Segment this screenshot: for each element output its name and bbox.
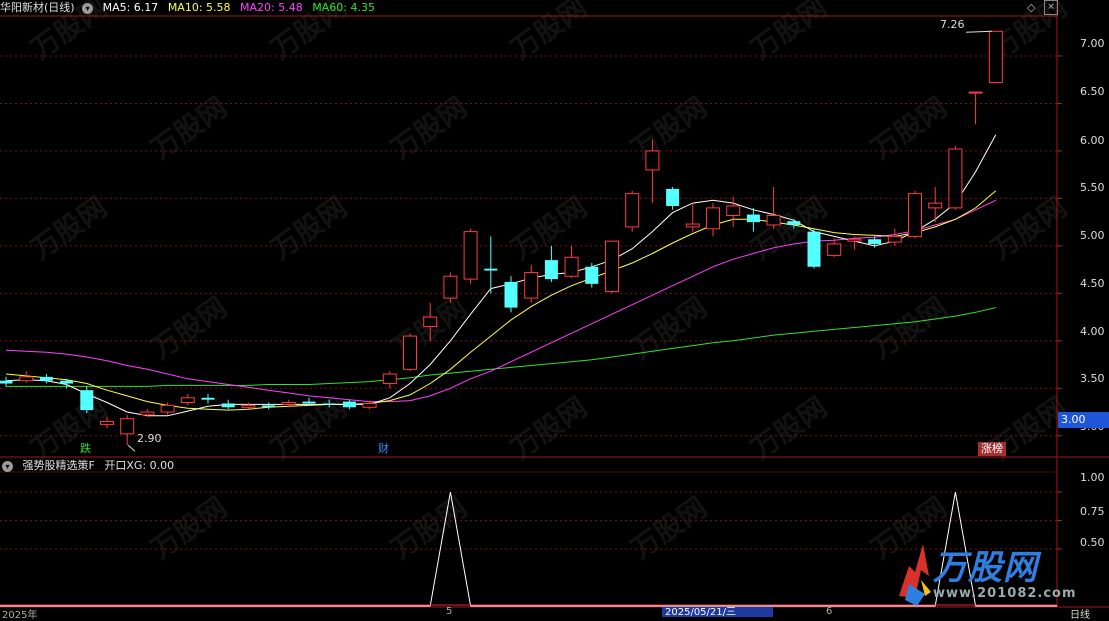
logo-url: www.201082.com bbox=[933, 586, 1077, 601]
candle-body bbox=[847, 238, 862, 242]
arrow-logo-icon bbox=[899, 544, 931, 606]
candle-body bbox=[988, 30, 1003, 84]
badge-die[interactable]: 跌 bbox=[77, 442, 94, 456]
candle bbox=[605, 240, 619, 294]
candle-body bbox=[746, 214, 760, 223]
candle-body bbox=[625, 193, 640, 228]
candle bbox=[988, 30, 1003, 84]
candle-body bbox=[564, 256, 579, 277]
candle bbox=[948, 146, 963, 210]
candle-body bbox=[262, 405, 276, 408]
candle-body bbox=[140, 411, 155, 416]
chevron-down-icon[interactable]: ▾ bbox=[82, 2, 94, 14]
badge-cai[interactable]: 财 bbox=[375, 442, 392, 456]
candle-body bbox=[120, 418, 135, 435]
candle-body bbox=[19, 376, 34, 382]
badge-zhangbang[interactable]: 涨榜 bbox=[978, 442, 1006, 456]
stock-title: 华阳新材(日线) bbox=[0, 1, 75, 14]
main-header: 华阳新材(日线) ▾ MA5: 6.17 MA10: 5.58 MA20: 5.… bbox=[0, 0, 381, 16]
candle bbox=[625, 190, 640, 232]
candle-body bbox=[807, 231, 821, 267]
candle-body bbox=[868, 239, 882, 244]
kline-svg[interactable]: 万股网 万股网 万股网 万股网 万股网万股网 万股网 万股网 万股网万股网 万股网 万股网 万股网万… bbox=[0, 0, 1109, 617]
candle-body bbox=[180, 397, 195, 404]
candle-body bbox=[524, 271, 539, 299]
candle-body bbox=[887, 235, 902, 243]
price-tick: 3.50 bbox=[1080, 372, 1105, 385]
high-annotation: 7.26 bbox=[940, 18, 965, 31]
candle-body bbox=[241, 404, 256, 408]
current-price-marker: 3.00 bbox=[1058, 412, 1109, 428]
cursor-date: 2025/05/21/三 bbox=[662, 607, 773, 617]
price-tick: 4.00 bbox=[1080, 325, 1105, 338]
candle-body bbox=[302, 401, 316, 404]
ma60-label: MA60: 4.35 bbox=[312, 1, 375, 14]
candle-body bbox=[666, 188, 680, 206]
price-tick: 5.00 bbox=[1080, 229, 1105, 242]
candle bbox=[80, 386, 94, 413]
candle-body bbox=[908, 193, 922, 237]
sub-title: 强势股精选策F bbox=[22, 459, 95, 472]
candle-body bbox=[342, 401, 356, 408]
candle-body bbox=[544, 260, 558, 280]
time-axis-start: 2025年 bbox=[2, 610, 38, 621]
candle-body bbox=[706, 207, 720, 230]
chart-stage[interactable]: 万股网 万股网 万股网 万股网 万股网 万股网 万股网 万股网 万股网 万股网 万股网 万股网 万股网万… bbox=[0, 0, 1109, 621]
candle-body bbox=[362, 402, 377, 408]
time-axis-month-5: 5 bbox=[446, 606, 453, 617]
low-annotation: 2.90 bbox=[137, 432, 162, 445]
candle-body bbox=[484, 268, 498, 271]
sub-tick: 1.00 bbox=[1080, 471, 1105, 484]
ma10-label: MA10: 5.58 bbox=[167, 1, 231, 14]
sub-header: ▾ 强势股精选策F 开口XG: 0.00 bbox=[0, 458, 180, 474]
time-axis-month-6: 6 bbox=[826, 606, 833, 617]
sub-tick: 0.75 bbox=[1080, 505, 1105, 518]
candle-body bbox=[423, 316, 438, 328]
price-tick: 5.50 bbox=[1080, 181, 1105, 194]
candle-body bbox=[403, 335, 417, 370]
candle-body bbox=[160, 404, 175, 413]
candle bbox=[403, 333, 417, 372]
price-tick: 7.00 bbox=[1080, 37, 1105, 50]
candle-body bbox=[201, 397, 215, 400]
chevron-down-icon[interactable]: ▾ bbox=[2, 460, 13, 472]
candle-body bbox=[281, 402, 296, 405]
candle-body bbox=[39, 376, 53, 381]
candle-body bbox=[827, 243, 842, 256]
candle-body bbox=[382, 373, 397, 385]
candle-body bbox=[0, 380, 13, 384]
candle-body bbox=[968, 91, 983, 94]
candle-body bbox=[787, 221, 801, 225]
candle bbox=[463, 228, 478, 284]
candle bbox=[908, 190, 922, 239]
candle-body bbox=[443, 275, 458, 299]
price-tick: 6.50 bbox=[1080, 85, 1105, 98]
candle-body bbox=[685, 223, 700, 228]
ma5-label: MA5: 6.17 bbox=[102, 1, 159, 14]
candle-body bbox=[726, 205, 741, 216]
candle bbox=[443, 272, 458, 303]
candle-body bbox=[322, 403, 336, 405]
candle bbox=[807, 228, 821, 269]
candle-body bbox=[645, 150, 660, 171]
candle-body bbox=[504, 281, 518, 308]
price-tick: 6.00 bbox=[1080, 134, 1105, 147]
candle-body bbox=[100, 421, 114, 425]
xg-value: 开口XG: 0.00 bbox=[104, 459, 175, 472]
diamond-icon[interactable]: ◇ bbox=[1027, 1, 1035, 14]
ma20-label: MA20: 5.48 bbox=[240, 1, 303, 14]
candle-body bbox=[60, 380, 74, 384]
candle-body bbox=[463, 231, 478, 280]
candle-body bbox=[766, 214, 781, 226]
price-tick: 4.50 bbox=[1080, 277, 1105, 290]
logo-text: 万股网 bbox=[933, 548, 1038, 588]
candle-body bbox=[605, 240, 619, 292]
candle-body bbox=[221, 403, 235, 408]
candle-body bbox=[948, 148, 963, 209]
candle-body bbox=[928, 202, 943, 209]
candle-body bbox=[80, 390, 94, 411]
close-icon[interactable]: × bbox=[1044, 0, 1058, 15]
site-logo: 万股网 www.201082.com bbox=[895, 536, 1085, 610]
candle-body bbox=[585, 266, 599, 284]
